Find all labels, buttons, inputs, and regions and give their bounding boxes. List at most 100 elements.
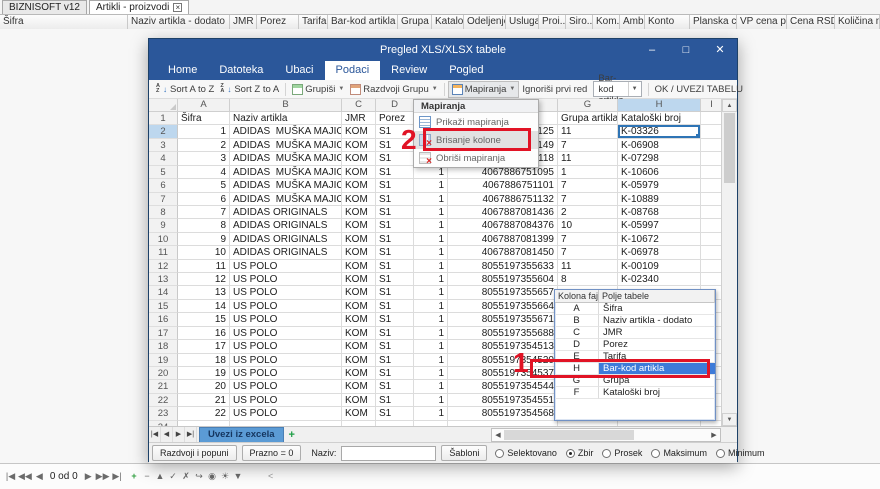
scroll-left-icon[interactable]: ◀: [492, 431, 504, 439]
sheet-cell[interactable]: 2: [558, 206, 618, 219]
sheet-cell[interactable]: 1: [558, 166, 618, 179]
sheet-cell[interactable]: 14: [178, 300, 230, 313]
menu-item-obrisi-mapiranja[interactable]: Obriši mapiranja: [414, 149, 538, 167]
radio-minimum[interactable]: Minimum: [716, 448, 765, 458]
row-number[interactable]: 1: [149, 112, 178, 125]
sheet-cell[interactable]: 11: [558, 125, 618, 138]
sheet-first-icon[interactable]: |◀: [149, 427, 161, 442]
dialog-titlebar[interactable]: Pregled XLS/XLSX tabele – □ ✕: [149, 39, 737, 61]
sheet-cell[interactable]: KOM: [342, 246, 376, 259]
app-column-header[interactable]: Amb...: [620, 15, 645, 29]
sheet-cell[interactable]: KOM: [342, 286, 376, 299]
sheet-cell[interactable]: KOM: [342, 125, 376, 138]
nav-icon[interactable]: ◀: [33, 471, 46, 482]
sheet-cell[interactable]: 8055197355664: [448, 300, 558, 313]
record-action-icon[interactable]: ▲: [154, 471, 167, 482]
row-number[interactable]: 22: [149, 394, 178, 407]
sheet-cell[interactable]: US POLO: [230, 407, 342, 420]
sheet-cell[interactable]: KOM: [342, 313, 376, 326]
tab-pogled[interactable]: Pogled: [438, 61, 494, 80]
row-number[interactable]: 11: [149, 246, 178, 259]
sheet-cell[interactable]: KOM: [342, 166, 376, 179]
app-column-header[interactable]: Porez: [257, 15, 299, 29]
sheet-cell[interactable]: 1: [414, 246, 448, 259]
mapping-row[interactable]: FKataloški broj: [555, 387, 715, 399]
sheet-cell[interactable]: 12: [178, 273, 230, 286]
sheet-cell[interactable]: KOM: [342, 179, 376, 192]
menu-item-prikazi-mapiranja[interactable]: Prikaži mapiranja: [414, 113, 538, 131]
sheet-cell[interactable]: 6: [178, 193, 230, 206]
app-column-header[interactable]: Kom...: [593, 15, 620, 29]
sheet-cell[interactable]: 1: [414, 260, 448, 273]
sheet-cell[interactable]: K-00109: [618, 260, 701, 273]
row-number[interactable]: 10: [149, 233, 178, 246]
app-column-header[interactable]: Šifra: [0, 15, 128, 29]
horizontal-scrollbar[interactable]: ◀ ▶: [491, 428, 721, 442]
sheet-cell[interactable]: S1: [376, 354, 414, 367]
app-tab-artikli[interactable]: Artikli - proizvodi ×: [89, 0, 189, 14]
mapping-row[interactable]: HBar-kod artikla: [555, 363, 715, 375]
sheet-cell[interactable]: ADIDAS ORIGINALS: [230, 246, 342, 259]
sheet-cell[interactable]: 7: [558, 193, 618, 206]
sheet-cell[interactable]: S1: [376, 286, 414, 299]
sheet-cell[interactable]: K-06908: [618, 139, 701, 152]
sheet-cell[interactable]: 8055197354513: [448, 340, 558, 353]
sheet-cell[interactable]: KOM: [342, 260, 376, 273]
column-header-D[interactable]: D: [376, 99, 414, 112]
select-all-corner[interactable]: [149, 99, 178, 112]
sheet-cell[interactable]: ADIDAS MUŠKA MAJICA: [230, 179, 342, 192]
ignore-first-row-button[interactable]: Ignoriši prvi red: [519, 81, 590, 98]
sheet-cell[interactable]: 4067886751132: [448, 193, 558, 206]
sheet-cell[interactable]: S1: [376, 313, 414, 326]
mapping-row[interactable]: GGrupa: [555, 375, 715, 387]
horizontal-scroll-thumb[interactable]: [504, 430, 634, 440]
sheet-cell[interactable]: 8055197354537: [448, 367, 558, 380]
sheet-cell[interactable]: 1: [414, 193, 448, 206]
sheet-cell[interactable]: 1: [414, 179, 448, 192]
sheet-cell[interactable]: 1: [414, 327, 448, 340]
row-number[interactable]: 19: [149, 354, 178, 367]
sheet-cell[interactable]: KOM: [342, 219, 376, 232]
sheet-cell[interactable]: Naziv artikla: [230, 112, 342, 125]
column-header-C[interactable]: C: [342, 99, 376, 112]
app-column-header[interactable]: Kataloški...: [432, 15, 464, 29]
group-button[interactable]: Grupiši ▼: [289, 81, 347, 98]
sheet-cell[interactable]: [701, 166, 723, 179]
sheet-cell[interactable]: 1: [414, 394, 448, 407]
sheet-cell[interactable]: US POLO: [230, 327, 342, 340]
sheet-cell[interactable]: 1: [414, 367, 448, 380]
sheet-cell[interactable]: 1: [414, 300, 448, 313]
sheet-cell[interactable]: 8055197354544: [448, 380, 558, 393]
maximize-button[interactable]: □: [669, 39, 703, 61]
sheet-cell[interactable]: 17: [178, 340, 230, 353]
sheet-cell[interactable]: 7: [558, 246, 618, 259]
sheet-cell[interactable]: ADIDAS MUŠKA MAJICA: [230, 152, 342, 165]
row-number[interactable]: 3: [149, 139, 178, 152]
sheet-cell[interactable]: K-08768: [618, 206, 701, 219]
sheet-cell[interactable]: 18: [178, 354, 230, 367]
sheet-cell[interactable]: US POLO: [230, 273, 342, 286]
sheet-cell[interactable]: US POLO: [230, 260, 342, 273]
record-action-icon[interactable]: ☀: [219, 471, 232, 482]
sheet-cell[interactable]: ADIDAS MUŠKA MAJICA: [230, 139, 342, 152]
sheet-cell[interactable]: KOM: [342, 340, 376, 353]
app-column-header[interactable]: Cena RSD: [787, 15, 835, 29]
sort-a-to-z-button[interactable]: AZ↓ Sort A to Z: [153, 81, 217, 98]
sheet-cell[interactable]: 8055197354568: [448, 407, 558, 420]
tab-review[interactable]: Review: [380, 61, 438, 80]
sheet-tab-uvezi[interactable]: Uvezi iz excela: [199, 427, 284, 443]
sheet-cell[interactable]: 19: [178, 367, 230, 380]
sheet-cell[interactable]: [701, 125, 723, 138]
sheet-cell[interactable]: 7: [178, 206, 230, 219]
sheet-cell[interactable]: K-10672: [618, 233, 701, 246]
sheet-cell[interactable]: KOM: [342, 139, 376, 152]
mapping-row[interactable]: AŠifra: [555, 303, 715, 315]
row-number[interactable]: 5: [149, 166, 178, 179]
sheet-cell[interactable]: KOM: [342, 327, 376, 340]
tab-home[interactable]: Home: [157, 61, 208, 80]
app-column-header[interactable]: Konto: [645, 15, 690, 29]
sheet-cell[interactable]: 20: [178, 380, 230, 393]
app-column-header[interactable]: VP cena pr...: [737, 15, 787, 29]
ok-import-button[interactable]: OK / UVEZI TABELU: [652, 81, 746, 98]
sheet-cell[interactable]: Kataloški broj: [618, 112, 701, 125]
